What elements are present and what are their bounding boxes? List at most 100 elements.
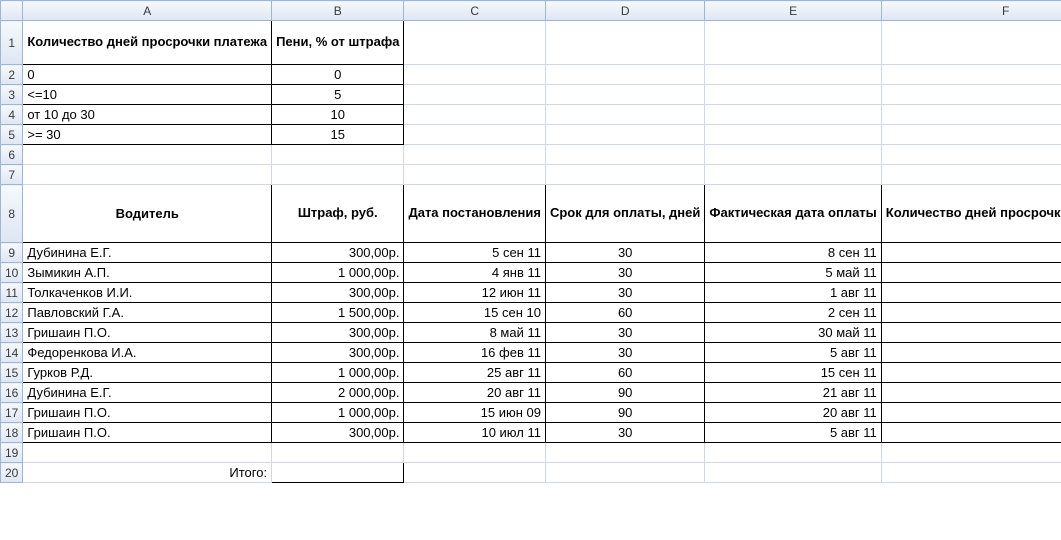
cell-C7[interactable] [404,165,546,185]
cell-D3[interactable] [545,85,704,105]
cell-E15[interactable]: 15 сен 11 [705,363,881,383]
cell-B11[interactable]: 300,00р. [272,283,404,303]
row-header-18[interactable]: 18 [1,423,23,443]
cell-E3[interactable] [705,85,881,105]
cell-C11[interactable]: 12 июн 11 [404,283,546,303]
cell-E10[interactable]: 5 май 11 [705,263,881,283]
cell-C20[interactable] [404,463,546,483]
cell-F20[interactable] [881,463,1061,483]
cell-D10[interactable]: 30 [545,263,704,283]
cell-F17[interactable] [881,403,1061,423]
select-all-corner[interactable] [1,1,23,21]
cell-F16[interactable] [881,383,1061,403]
cell-D20[interactable] [545,463,704,483]
cell-D7[interactable] [545,165,704,185]
cell-D18[interactable]: 30 [545,423,704,443]
cell-B7[interactable] [272,165,404,185]
cell-C10[interactable]: 4 янв 11 [404,263,546,283]
cell-F14[interactable] [881,343,1061,363]
cell-B19[interactable] [272,443,404,463]
cell-F5[interactable] [881,125,1061,145]
col-header-D[interactable]: D [545,1,704,21]
cell-C9[interactable]: 5 сен 11 [404,243,546,263]
cell-A11[interactable]: Толкаченков И.И. [23,283,272,303]
cell-F8[interactable]: Количество дней просрочки платежа [881,185,1061,243]
cell-A20[interactable]: Итого: [23,463,272,483]
cell-D17[interactable]: 90 [545,403,704,423]
cell-E17[interactable]: 20 авг 11 [705,403,881,423]
col-header-C[interactable]: C [404,1,546,21]
col-header-B[interactable]: B [272,1,404,21]
row-header-16[interactable]: 16 [1,383,23,403]
row-header-6[interactable]: 6 [1,145,23,165]
cell-C4[interactable] [404,105,546,125]
cell-A2[interactable]: 0 [23,65,272,85]
cell-B20[interactable] [272,463,404,483]
cell-B18[interactable]: 300,00р. [272,423,404,443]
cell-C12[interactable]: 15 сен 10 [404,303,546,323]
cell-A4[interactable]: от 10 до 30 [23,105,272,125]
cell-B8[interactable]: Штраф, руб. [272,185,404,243]
row-header-1[interactable]: 1 [1,21,23,65]
cell-D8[interactable]: Срок для оплаты, дней [545,185,704,243]
row-header-4[interactable]: 4 [1,105,23,125]
cell-E13[interactable]: 30 май 11 [705,323,881,343]
cell-D11[interactable]: 30 [545,283,704,303]
row-header-3[interactable]: 3 [1,85,23,105]
cell-E16[interactable]: 21 авг 11 [705,383,881,403]
cell-B17[interactable]: 1 000,00р. [272,403,404,423]
cell-B5[interactable]: 15 [272,125,404,145]
cell-B15[interactable]: 1 000,00р. [272,363,404,383]
cell-E12[interactable]: 2 сен 11 [705,303,881,323]
cell-F10[interactable] [881,263,1061,283]
cell-B9[interactable]: 300,00р. [272,243,404,263]
cell-C19[interactable] [404,443,546,463]
cell-A9[interactable]: Дубинина Е.Г. [23,243,272,263]
cell-D16[interactable]: 90 [545,383,704,403]
row-header-19[interactable]: 19 [1,443,23,463]
cell-A17[interactable]: Гришаин П.О. [23,403,272,423]
col-header-A[interactable]: A [23,1,272,21]
cell-E4[interactable] [705,105,881,125]
cell-D13[interactable]: 30 [545,323,704,343]
cell-A13[interactable]: Гришаин П.О. [23,323,272,343]
row-header-20[interactable]: 20 [1,463,23,483]
cell-C6[interactable] [404,145,546,165]
cell-F1[interactable] [881,21,1061,65]
cell-F6[interactable] [881,145,1061,165]
row-header-13[interactable]: 13 [1,323,23,343]
cell-F12[interactable] [881,303,1061,323]
cell-A15[interactable]: Гурков Р.Д. [23,363,272,383]
row-header-8[interactable]: 8 [1,185,23,243]
cell-A1[interactable]: Количество дней просрочки платежа [23,21,272,65]
cell-C2[interactable] [404,65,546,85]
cell-C14[interactable]: 16 фев 11 [404,343,546,363]
row-header-9[interactable]: 9 [1,243,23,263]
cell-F13[interactable] [881,323,1061,343]
cell-B16[interactable]: 2 000,00р. [272,383,404,403]
cell-E7[interactable] [705,165,881,185]
row-header-15[interactable]: 15 [1,363,23,383]
cell-D2[interactable] [545,65,704,85]
cell-A6[interactable] [23,145,272,165]
cell-B3[interactable]: 5 [272,85,404,105]
cell-A3[interactable]: <=10 [23,85,272,105]
cell-D14[interactable]: 30 [545,343,704,363]
cell-E1[interactable] [705,21,881,65]
cell-A14[interactable]: Федоренкова И.А. [23,343,272,363]
cell-A18[interactable]: Гришаин П.О. [23,423,272,443]
col-header-E[interactable]: E [705,1,881,21]
cell-F11[interactable] [881,283,1061,303]
cell-B12[interactable]: 1 500,00р. [272,303,404,323]
cell-A5[interactable]: >= 30 [23,125,272,145]
cell-F3[interactable] [881,85,1061,105]
cell-E14[interactable]: 5 авг 11 [705,343,881,363]
row-header-12[interactable]: 12 [1,303,23,323]
cell-D1[interactable] [545,21,704,65]
row-header-17[interactable]: 17 [1,403,23,423]
cell-C15[interactable]: 25 авг 11 [404,363,546,383]
cell-A12[interactable]: Павловский Г.А. [23,303,272,323]
row-header-14[interactable]: 14 [1,343,23,363]
cell-D12[interactable]: 60 [545,303,704,323]
cell-E11[interactable]: 1 авг 11 [705,283,881,303]
